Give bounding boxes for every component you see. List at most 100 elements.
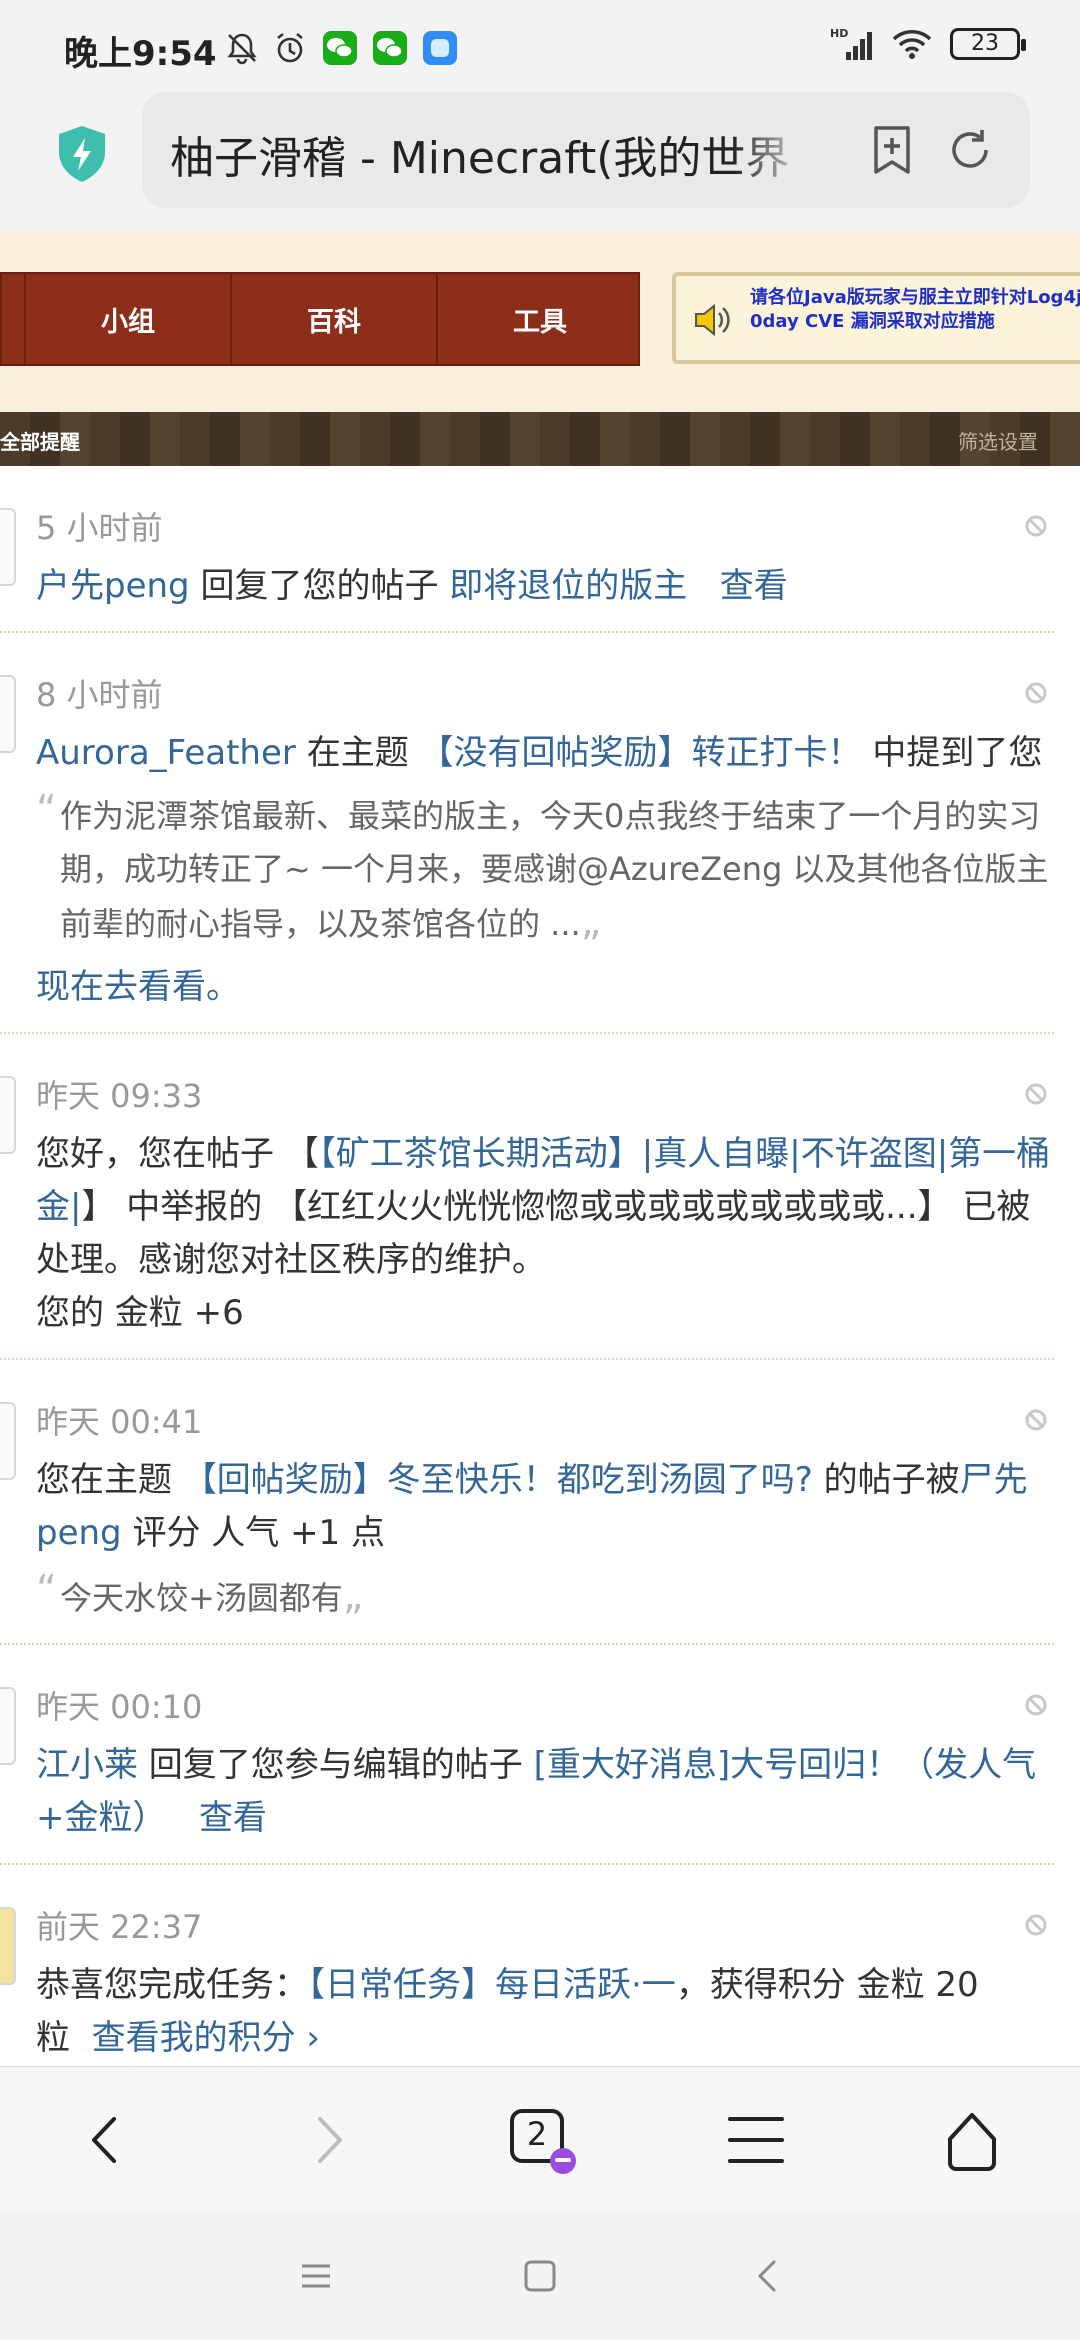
security-shield-icon[interactable] [54, 124, 110, 184]
avatar[interactable] [0, 1402, 16, 1480]
site-navigation: 小组 百科 工具 请各位Java版玩家与服主立即针对Log4j 0day CVE… [0, 232, 1080, 412]
nav-menu: 小组 百科 工具 [0, 272, 640, 366]
notification-time: 昨天 09:33 [36, 1077, 203, 1115]
quote-block: “今天水饺+汤圆都有„ [36, 1567, 1054, 1625]
ignore-icon[interactable] [1024, 1693, 1048, 1717]
status-time: 晚上9:54 [64, 34, 217, 74]
avatar[interactable] [0, 1076, 16, 1154]
quote-text: 今天水饺+汤圆都有 [60, 1579, 343, 1617]
avatar[interactable] [0, 1687, 16, 1765]
back-nav-icon[interactable] [748, 2256, 788, 2296]
menu-icon[interactable] [716, 2105, 796, 2175]
post-link[interactable]: 【日常任务】每日活跃·一 [308, 1965, 676, 2005]
view-link[interactable]: 查看 [720, 566, 788, 606]
ignore-icon[interactable] [1024, 1082, 1048, 1106]
battery-indicator: 23 [950, 28, 1026, 60]
address-bar[interactable]: 柚子滑稽 - Minecraft(我的世界 [142, 92, 1030, 208]
notification-list: 5 小时前 户先peng 回复了您的帖子 即将退位的版主 查看 8 小时前 Au… [0, 466, 1080, 2066]
notification-time: 5 小时前 [36, 509, 163, 547]
notification-body: Aurora_Feather 在主题 【没有回帖奖励】转正打卡！ 中提到了您 [36, 727, 1054, 780]
reward-text: 您的 金粒 +6 [36, 1293, 244, 1333]
bell-mute-icon [227, 33, 257, 65]
notification-time: 前天 22:37 [36, 1908, 203, 1946]
avatar[interactable] [0, 508, 16, 586]
notification-text-2: 】 中举报的 【红红火火恍恍惚惚或或或或或或或或或...】 已被处理。感谢您对社… [36, 1187, 1031, 1280]
home-nav-icon[interactable] [520, 2256, 560, 2296]
status-bar: 晚上9:54 HD 23 [0, 0, 1080, 92]
notification-item: 昨天 09:33 您好，您在帖子 【【矿工茶馆长期活动】|真人自曝|不许盗图|第… [0, 1034, 1054, 1360]
app-notification-icon [423, 31, 457, 65]
user-link[interactable]: Aurora_Feather [36, 733, 296, 773]
nav-item-groups[interactable]: 小组 [24, 274, 230, 364]
page-title[interactable]: 柚子滑稽 - Minecraft(我的世界 [170, 122, 810, 186]
forward-icon[interactable] [288, 2105, 368, 2175]
back-icon[interactable] [66, 2105, 146, 2175]
avatar[interactable] [0, 1907, 16, 1985]
quote-close-mark: „ [342, 1573, 364, 1619]
avatar[interactable] [0, 675, 16, 753]
wechat-icon [323, 31, 357, 65]
announcement-box[interactable]: 请各位Java版玩家与服主立即针对Log4j 0day CVE 漏洞采取对应措施 [672, 272, 1080, 364]
quote-text: 作为泥潭茶馆最新、最菜的版主，今天0点我终于结束了一个月的实习期，成功转正了~ … [60, 797, 1049, 943]
post-link[interactable]: 即将退位的版主 [449, 566, 687, 606]
ignore-icon[interactable] [1024, 514, 1048, 538]
announcement-text[interactable]: 请各位Java版玩家与服主立即针对Log4j 0day CVE 漏洞采取对应措施 [750, 286, 1080, 334]
notification-text-2: 中提到了您 [861, 733, 1043, 773]
all-notifications-link[interactable]: 全部提醒 [0, 426, 80, 455]
post-link[interactable]: 【没有回帖奖励】转正打卡！ [420, 733, 862, 773]
speaker-icon [695, 303, 730, 337]
home-icon[interactable] [932, 2105, 1012, 2175]
signal-icon: HD [830, 27, 872, 60]
notification-time: 8 小时前 [36, 676, 163, 714]
notification-body: 您好，您在帖子 【【矿工茶馆长期活动】|真人自曝|不许盗图|第一桶金|】 中举报… [36, 1128, 1054, 1287]
recent-apps-icon[interactable] [296, 2256, 336, 2296]
notification-text: 回复了您的帖子 [189, 566, 450, 606]
notification-body: 江小莱 回复了您参与编辑的帖子 [重大好消息]大号回归！（发人气+金粒） 查看 [36, 1739, 1054, 1845]
notification-item: 昨天 00:10 江小莱 回复了您参与编辑的帖子 [重大好消息]大号回归！（发人… [0, 1645, 1054, 1865]
notification-item: 8 小时前 Aurora_Feather 在主题 【没有回帖奖励】转正打卡！ 中… [0, 633, 1054, 1034]
quote-open-mark: “ [36, 787, 57, 833]
system-navigation-bar [0, 2210, 1080, 2340]
notification-item: 昨天 00:41 您在主题 【回帖奖励】冬至快乐！都吃到汤圆了吗? 的帖子被尸先… [0, 1360, 1054, 1645]
nav-item-hidden[interactable] [2, 274, 24, 364]
notification-time: 昨天 00:10 [36, 1688, 203, 1726]
alarm-icon [277, 32, 303, 63]
notification-body: 恭喜您完成任务：【日常任务】每日活跃·一，获得积分 金粒 20 粒 查看我的积分… [36, 1959, 1054, 2065]
refresh-icon[interactable] [942, 122, 998, 178]
ignore-icon[interactable] [1024, 1913, 1048, 1937]
wechat-icon-2 [373, 31, 407, 65]
filter-settings-link[interactable]: 筛选设置 [958, 426, 1038, 455]
notification-text: 恭喜您完成任务： [36, 1965, 308, 2005]
notification-text: 您好，您在帖子 【 [36, 1134, 319, 1174]
svg-text:HD: HD [830, 27, 848, 40]
notification-text: 您在主题 [36, 1460, 183, 1500]
notification-time: 昨天 00:41 [36, 1403, 203, 1441]
browser-toolbar: 2 [0, 2066, 1080, 2210]
post-link[interactable]: 【回帖奖励】冬至快乐！都吃到汤圆了吗? [183, 1460, 813, 1500]
nav-item-wiki[interactable]: 百科 [230, 274, 436, 364]
browser-address-area: 柚子滑稽 - Minecraft(我的世界 [0, 92, 1080, 232]
ignore-icon[interactable] [1024, 1408, 1048, 1432]
quote-close-mark: „ [580, 899, 602, 945]
filter-strip: 全部提醒 筛选设置 [0, 412, 1080, 466]
notification-item: 5 小时前 户先peng 回复了您的帖子 即将退位的版主 查看 [0, 466, 1054, 633]
notification-text-3: 评分 人气 +1 点 [121, 1513, 385, 1553]
status-right: HD 23 [830, 26, 1026, 62]
view-credits-link[interactable]: 查看我的积分 › [92, 2018, 320, 2058]
quote-block: “作为泥潭茶馆最新、最菜的版主，今天0点我终于结束了一个月的实习期，成功转正了~… [36, 787, 1054, 951]
tab-count: 2 [526, 2115, 548, 2153]
view-link[interactable]: 查看 [199, 1798, 267, 1838]
wifi-icon [892, 30, 932, 59]
nav-item-tools[interactable]: 工具 [436, 274, 642, 364]
notification-text-2: 的帖子被 [812, 1460, 960, 1500]
add-bookmark-icon[interactable] [864, 122, 920, 178]
tabs-button[interactable]: 2 [500, 2105, 580, 2175]
notification-text: 回复了您参与编辑的帖子 [138, 1745, 534, 1785]
user-link[interactable]: 户先peng [36, 566, 190, 606]
quote-open-mark: “ [36, 1567, 57, 1613]
user-link[interactable]: 江小莱 [36, 1745, 138, 1785]
notification-item: 前天 22:37 恭喜您完成任务：【日常任务】每日活跃·一，获得积分 金粒 20… [0, 1865, 1054, 2066]
notification-body: 户先peng 回复了您的帖子 即将退位的版主 查看 [36, 560, 1054, 613]
goto-link[interactable]: 现在去看看。 [36, 961, 1054, 1014]
ignore-icon[interactable] [1024, 681, 1048, 705]
